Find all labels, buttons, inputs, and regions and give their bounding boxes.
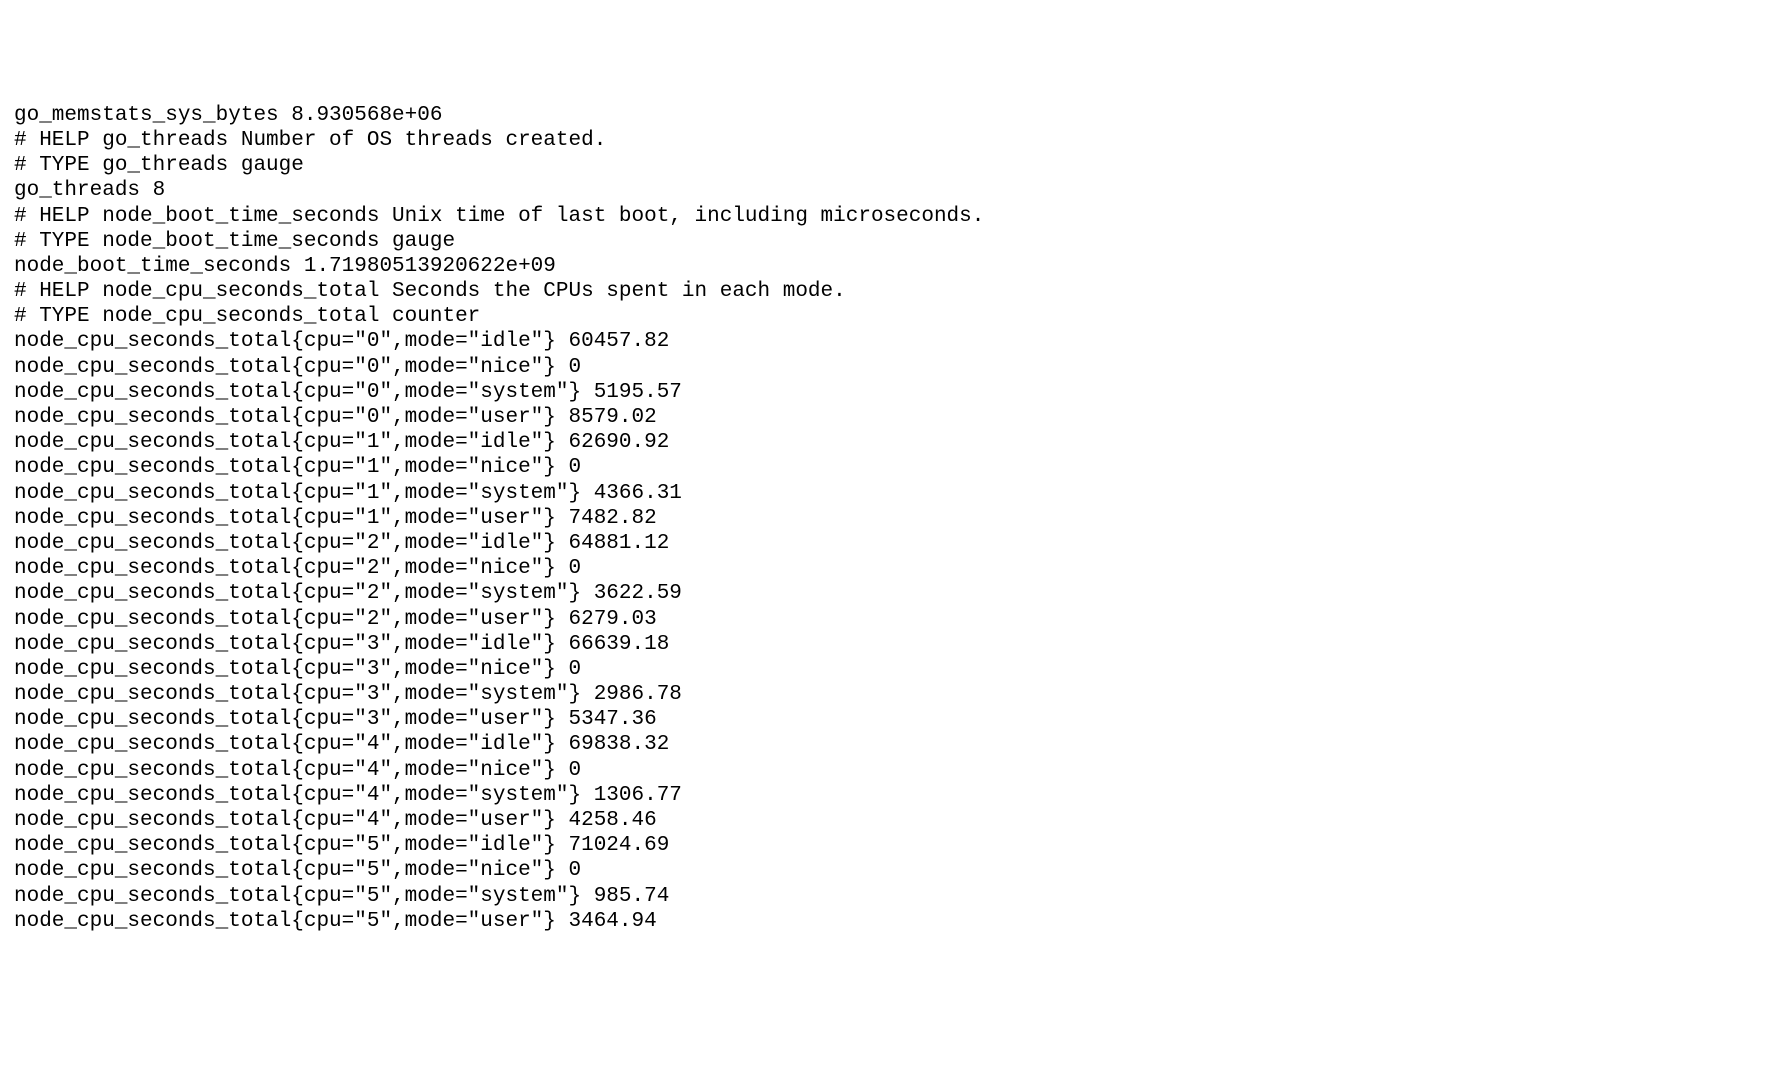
metric-line: # TYPE go_threads gauge bbox=[14, 153, 1768, 178]
metric-line: node_cpu_seconds_total{cpu="4",mode="nic… bbox=[14, 758, 1768, 783]
metric-line: node_cpu_seconds_total{cpu="5",mode="sys… bbox=[14, 884, 1768, 909]
metric-line: node_cpu_seconds_total{cpu="1",mode="sys… bbox=[14, 481, 1768, 506]
metric-line: # HELP go_threads Number of OS threads c… bbox=[14, 128, 1768, 153]
metric-line: node_cpu_seconds_total{cpu="3",mode="use… bbox=[14, 707, 1768, 732]
metric-line: node_cpu_seconds_total{cpu="0",mode="sys… bbox=[14, 380, 1768, 405]
metric-line: # TYPE node_cpu_seconds_total counter bbox=[14, 304, 1768, 329]
metric-line: node_cpu_seconds_total{cpu="2",mode="use… bbox=[14, 607, 1768, 632]
metric-line: # HELP node_cpu_seconds_total Seconds th… bbox=[14, 279, 1768, 304]
metric-line: node_cpu_seconds_total{cpu="0",mode="use… bbox=[14, 405, 1768, 430]
metrics-output: go_memstats_sys_bytes 8.930568e+06# HELP… bbox=[14, 103, 1768, 934]
metric-line: # HELP node_boot_time_seconds Unix time … bbox=[14, 204, 1768, 229]
metric-line: node_cpu_seconds_total{cpu="5",mode="nic… bbox=[14, 858, 1768, 883]
metric-line: node_cpu_seconds_total{cpu="2",mode="nic… bbox=[14, 556, 1768, 581]
metric-line: node_cpu_seconds_total{cpu="2",mode="idl… bbox=[14, 531, 1768, 556]
metric-line: node_cpu_seconds_total{cpu="5",mode="idl… bbox=[14, 833, 1768, 858]
metric-line: node_cpu_seconds_total{cpu="4",mode="sys… bbox=[14, 783, 1768, 808]
metric-line: node_cpu_seconds_total{cpu="2",mode="sys… bbox=[14, 581, 1768, 606]
metric-line: node_cpu_seconds_total{cpu="3",mode="sys… bbox=[14, 682, 1768, 707]
metric-line: node_cpu_seconds_total{cpu="5",mode="use… bbox=[14, 909, 1768, 934]
metric-line: node_cpu_seconds_total{cpu="1",mode="idl… bbox=[14, 430, 1768, 455]
metric-line: node_cpu_seconds_total{cpu="0",mode="nic… bbox=[14, 355, 1768, 380]
metric-line: node_cpu_seconds_total{cpu="1",mode="nic… bbox=[14, 455, 1768, 480]
metric-line: # TYPE node_boot_time_seconds gauge bbox=[14, 229, 1768, 254]
metric-line: node_boot_time_seconds 1.71980513920622e… bbox=[14, 254, 1768, 279]
metric-line: node_cpu_seconds_total{cpu="3",mode="nic… bbox=[14, 657, 1768, 682]
metric-line: node_cpu_seconds_total{cpu="1",mode="use… bbox=[14, 506, 1768, 531]
metric-line: go_threads 8 bbox=[14, 178, 1768, 203]
metric-line: node_cpu_seconds_total{cpu="3",mode="idl… bbox=[14, 632, 1768, 657]
metric-line: node_cpu_seconds_total{cpu="0",mode="idl… bbox=[14, 329, 1768, 354]
metric-line: node_cpu_seconds_total{cpu="4",mode="idl… bbox=[14, 732, 1768, 757]
metric-line: node_cpu_seconds_total{cpu="4",mode="use… bbox=[14, 808, 1768, 833]
metric-line: go_memstats_sys_bytes 8.930568e+06 bbox=[14, 103, 1768, 128]
